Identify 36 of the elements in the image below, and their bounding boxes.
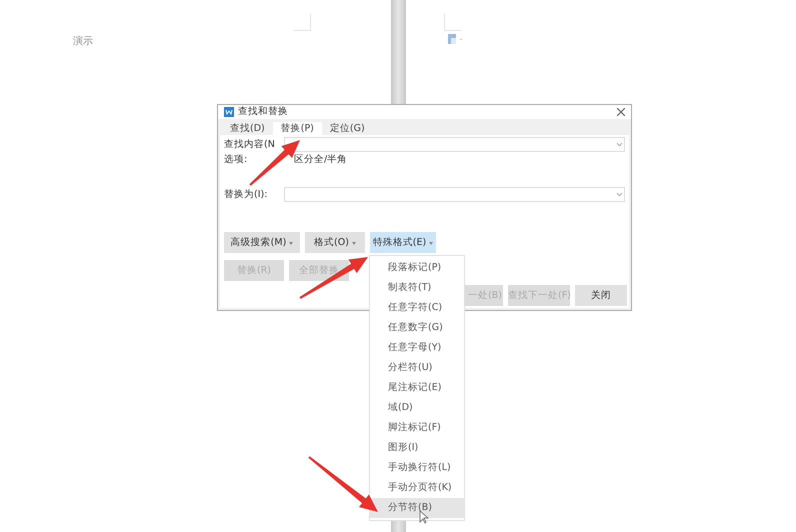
field-label: 替换为(I): <box>224 188 268 201</box>
tab[interactable]: 定位(G) <box>322 122 373 135</box>
menu-item[interactable]: 手动分页符(K) <box>370 478 464 498</box>
option-text: 区分全/半角 <box>294 153 348 166</box>
chevron-icon[interactable] <box>617 143 622 146</box>
menu-item[interactable]: 域(D) <box>370 398 464 418</box>
chevron-icon[interactable] <box>617 193 622 196</box>
menu-item[interactable]: 脚注标记(F) <box>370 418 464 438</box>
field-label: 查找内容(N <box>224 138 276 151</box>
menu-item[interactable]: 分栏符(U) <box>370 358 464 378</box>
page-corner-mark <box>444 14 460 31</box>
menu-item[interactable]: 任意字母(Y) <box>370 338 464 358</box>
dialog-button[interactable]: 关闭 <box>575 285 627 306</box>
input-field[interactable] <box>284 137 625 152</box>
input-field[interactable] <box>284 187 625 202</box>
caret-icon <box>429 242 434 245</box>
arrow-icon <box>308 456 378 512</box>
menu-item[interactable]: 任意数字(G) <box>370 318 464 338</box>
dropdown-button[interactable]: 特殊格式(E) <box>370 232 436 253</box>
menu-item[interactable]: 段落标记(P) <box>370 258 464 278</box>
menu-item[interactable]: 图形(I) <box>370 438 464 458</box>
field-label: 选项: <box>224 153 248 166</box>
caret-icon <box>289 242 294 245</box>
menu-item[interactable]: 分节符(B) <box>370 498 464 518</box>
dialog-title: 查找和替换 <box>238 105 289 118</box>
tab[interactable]: 替换(P) <box>272 122 322 135</box>
tab[interactable]: 查找(D) <box>222 122 273 135</box>
caret-icon <box>352 242 356 245</box>
page-corner-mark <box>294 14 310 31</box>
close-icon[interactable] <box>617 108 625 116</box>
document-text: 演示 <box>73 34 93 48</box>
menu-item[interactable]: 尾注标记(E) <box>370 378 464 398</box>
dropdown-button[interactable]: 格式(O) <box>305 232 365 253</box>
menu-item[interactable]: 手动换行符(L) <box>370 458 464 478</box>
arrow-icon <box>299 257 368 299</box>
dropdown-button[interactable]: 高级搜索(M) <box>224 232 300 253</box>
